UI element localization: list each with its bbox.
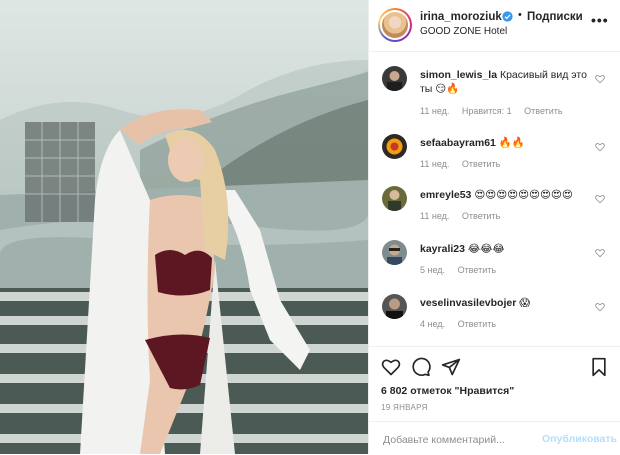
- comment-username[interactable]: sefaabayram61: [420, 137, 496, 149]
- post-photo[interactable]: [0, 0, 368, 454]
- comment-item: simon_lewis_la Красивый вид это ты 😏🔥 11…: [369, 66, 620, 118]
- heart-icon[interactable]: [595, 248, 605, 258]
- comment-meta: 11 нед. Ответить: [420, 211, 510, 221]
- reply-button[interactable]: Ответить: [458, 265, 496, 275]
- comment-item: emreyle53 😍😍😍😍😍😍😍😍😍 11 нед. Ответить: [369, 186, 620, 238]
- comment-time[interactable]: 11 нед.: [420, 106, 449, 116]
- reply-button[interactable]: Ответить: [458, 319, 496, 329]
- comment-body: 😍😍😍😍😍😍😍😍😍: [474, 189, 573, 201]
- comment-username[interactable]: emreyle53: [420, 189, 471, 201]
- comment-icon[interactable]: [411, 357, 431, 377]
- comment-time[interactable]: 5 нед.: [420, 265, 445, 275]
- more-options-icon[interactable]: •••: [591, 12, 609, 28]
- bookmark-icon[interactable]: [589, 357, 609, 377]
- following-button[interactable]: Подписки: [527, 11, 583, 23]
- add-comment-row: Опубликовать: [369, 421, 620, 455]
- header-dot: •: [518, 9, 522, 21]
- post-side-panel: irina_moroziuk • Подписки GOOD ZONE Hote…: [368, 0, 620, 454]
- comment-username[interactable]: veselinvasilevbojer: [420, 297, 516, 309]
- instagram-post: irina_moroziuk • Подписки GOOD ZONE Hote…: [0, 0, 620, 454]
- commenter-avatar[interactable]: [382, 134, 407, 159]
- reply-button[interactable]: Ответить: [462, 159, 500, 169]
- heart-icon[interactable]: [595, 74, 605, 84]
- heart-icon[interactable]: [595, 302, 605, 312]
- commenter-avatar[interactable]: [382, 186, 407, 211]
- comment-text: emreyle53 😍😍😍😍😍😍😍😍😍: [420, 188, 590, 202]
- comment-item: sefaabayram61 🔥🔥 11 нед. Ответить: [369, 134, 620, 186]
- heart-icon[interactable]: [595, 194, 605, 204]
- post-location[interactable]: GOOD ZONE Hotel: [420, 26, 507, 37]
- publish-button[interactable]: Опубликовать: [542, 433, 617, 445]
- comment-body: 😱: [519, 297, 531, 309]
- comment-time[interactable]: 4 нед.: [420, 319, 445, 329]
- heart-icon[interactable]: [381, 357, 401, 377]
- post-photo-illustration: [0, 60, 368, 454]
- comment-meta: 5 нед. Ответить: [420, 265, 506, 275]
- comment-username[interactable]: simon_lewis_la: [420, 69, 497, 81]
- reply-button[interactable]: Ответить: [462, 211, 500, 221]
- comment-time[interactable]: 11 нед.: [420, 211, 449, 221]
- comment-likes[interactable]: Нравится: 1: [462, 106, 512, 116]
- post-date[interactable]: 19 ЯНВАРЯ: [381, 403, 428, 412]
- comment-meta: 11 нед. Ответить: [420, 159, 510, 169]
- comment-username[interactable]: kayrali23: [420, 243, 465, 255]
- commenter-avatar[interactable]: [382, 66, 407, 91]
- verified-badge-icon: [502, 11, 513, 22]
- comment-text: simon_lewis_la Красивый вид это ты 😏🔥: [420, 68, 590, 96]
- likes-count[interactable]: 6 802 отметок "Нравится": [381, 385, 514, 397]
- comment-text: kayrali23 😂😂😂: [420, 242, 590, 256]
- share-icon[interactable]: [441, 357, 461, 377]
- comment-text: veselinvasilevbojer 😱: [420, 296, 590, 310]
- author-avatar[interactable]: [378, 8, 412, 42]
- reply-button[interactable]: Ответить: [524, 106, 562, 116]
- commenter-avatar[interactable]: [382, 240, 407, 265]
- commenter-avatar[interactable]: [382, 294, 407, 319]
- post-actions: 6 802 отметок "Нравится" 19 ЯНВАРЯ Опубл…: [369, 346, 620, 454]
- comment-body: 😂😂😂: [467, 243, 505, 255]
- comment-item: veselinvasilevbojer 😱 4 нед. Ответить: [369, 294, 620, 346]
- author-username[interactable]: irina_moroziuk: [420, 11, 502, 23]
- comment-meta: 11 нед. Нравится: 1 Ответить: [420, 106, 573, 116]
- comment-body: 🔥🔥: [498, 137, 525, 149]
- comment-text: sefaabayram61 🔥🔥: [420, 136, 590, 150]
- comment-input[interactable]: [381, 430, 535, 450]
- post-header: irina_moroziuk • Подписки GOOD ZONE Hote…: [369, 0, 620, 52]
- comment-time[interactable]: 11 нед.: [420, 159, 449, 169]
- heart-icon[interactable]: [595, 142, 605, 152]
- comment-item: kayrali23 😂😂😂 5 нед. Ответить: [369, 240, 620, 292]
- comment-meta: 4 нед. Ответить: [420, 319, 506, 329]
